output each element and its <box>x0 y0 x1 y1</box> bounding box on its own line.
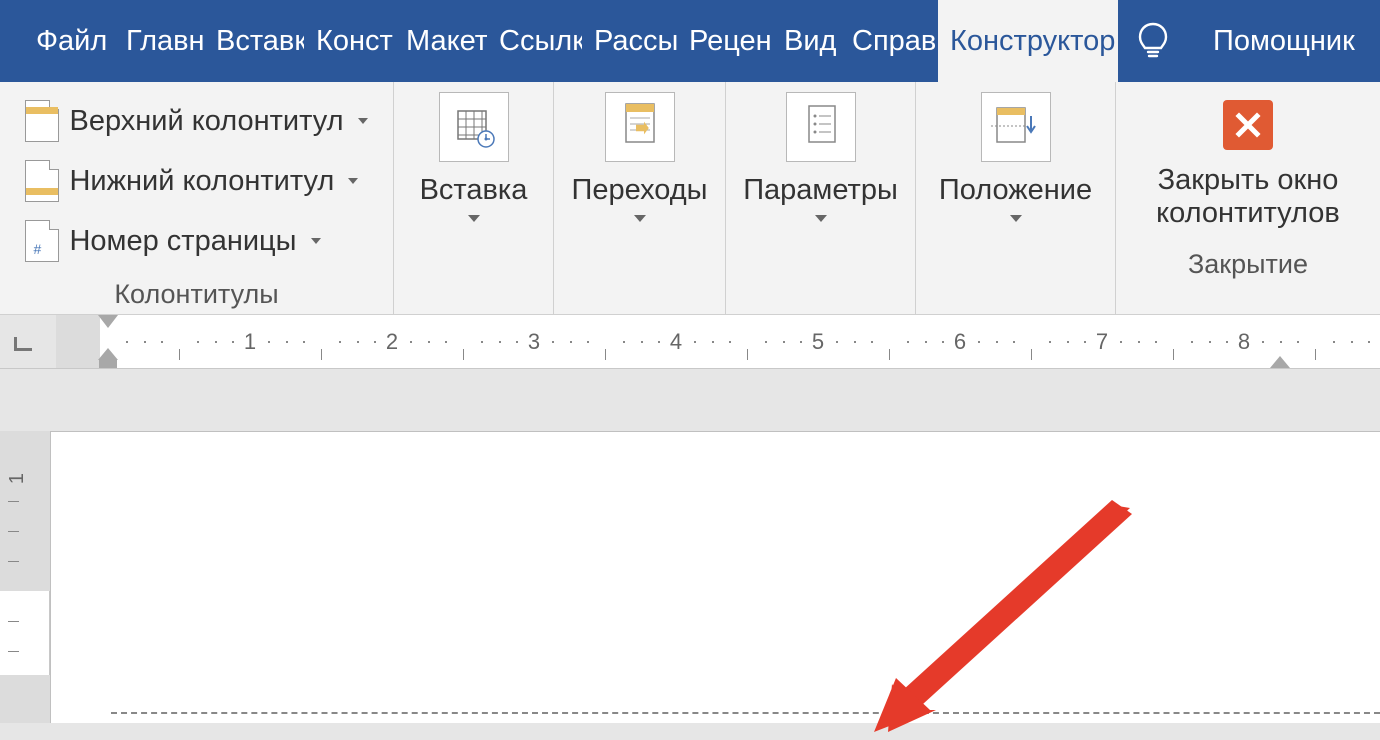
header-button[interactable]: Верхний колонтитул <box>23 94 369 148</box>
ruler-number: 3 <box>528 329 540 355</box>
tab-insert[interactable]: Вставка <box>204 0 304 82</box>
position-label: Положение <box>939 174 1092 207</box>
position-icon <box>981 92 1051 162</box>
header-label: Верхний колонтитул <box>69 105 343 138</box>
tab-label: Главная <box>126 25 204 58</box>
close-header-footer-button[interactable] <box>1223 100 1273 150</box>
tab-review[interactable]: Рецензирование <box>677 0 772 82</box>
page-number-button[interactable]: # Номер страницы <box>23 214 322 268</box>
tab-label: Файл <box>36 25 107 58</box>
group-close: Закрыть окно колонтитулов Закрытие <box>1116 82 1380 314</box>
tab-label: Рассылки <box>594 25 677 58</box>
chevron-down-icon <box>634 215 646 222</box>
tab-bar: Файл Главная Вставка Конструктор Макет С… <box>0 0 1380 82</box>
ribbon: Верхний колонтитул Нижний колонтитул # Н… <box>0 82 1380 315</box>
ruler-number: 1 <box>6 473 29 484</box>
group-label: Колонтитулы <box>114 275 278 312</box>
insert-label: Вставка <box>420 174 528 207</box>
group-insert[interactable]: Вставка <box>394 82 554 314</box>
tab-label: Конструктор <box>316 25 394 58</box>
tab-label: Макет <box>406 25 487 58</box>
chevron-down-icon <box>358 118 368 124</box>
document-area: 1 <box>0 369 1380 723</box>
tell-me-icon[interactable] <box>1118 21 1188 61</box>
tab-help[interactable]: Справка <box>840 0 938 82</box>
footer-label: Нижний колонтитул <box>69 165 334 198</box>
tab-label: Вставка <box>216 25 304 58</box>
right-indent-icon[interactable] <box>1270 356 1290 368</box>
group-label: Закрытие <box>1188 245 1308 282</box>
group-parameters[interactable]: Параметры <box>726 82 916 314</box>
header-boundary <box>111 712 1380 714</box>
chevron-down-icon <box>348 178 358 184</box>
tab-mailings[interactable]: Рассылки <box>582 0 677 82</box>
lightbulb-icon <box>1136 21 1170 61</box>
tab-label: Вид <box>784 25 836 58</box>
chevron-down-icon <box>815 215 827 222</box>
ruler-number: 1 <box>244 329 256 355</box>
tab-header-footer-design[interactable]: Конструктор <box>938 0 1118 82</box>
tab-label: Рецензирование <box>689 25 772 58</box>
ruler-number: 4 <box>670 329 682 355</box>
page-number-label: Номер страницы <box>69 225 296 258</box>
tab-stop-icon <box>14 337 32 351</box>
footer-icon <box>25 160 59 202</box>
tab-file[interactable]: Файл <box>0 0 114 82</box>
tab-label: Помощник <box>1213 25 1355 58</box>
tab-design[interactable]: Конструктор <box>304 0 394 82</box>
transitions-icon <box>605 92 675 162</box>
vertical-ruler[interactable]: 1 <box>0 431 50 723</box>
header-icon <box>25 100 59 142</box>
chevron-down-icon <box>1010 215 1022 222</box>
parameters-icon <box>786 92 856 162</box>
horizontal-ruler[interactable]: 1 2 3 4 5 6 7 8 <box>0 315 1380 369</box>
group-position[interactable]: Положение <box>916 82 1116 314</box>
tab-layout[interactable]: Макет <box>394 0 487 82</box>
chevron-down-icon <box>311 238 321 244</box>
group-headers-footers: Верхний колонтитул Нижний колонтитул # Н… <box>0 82 394 314</box>
tab-view[interactable]: Вид <box>772 0 840 82</box>
tab-home[interactable]: Главная <box>114 0 204 82</box>
group-transitions[interactable]: Переходы <box>554 82 726 314</box>
ruler-number: 7 <box>1096 329 1108 355</box>
ruler-number: 5 <box>812 329 824 355</box>
page-number-icon: # <box>25 220 59 262</box>
first-line-indent-icon[interactable] <box>98 315 118 328</box>
parameters-label: Параметры <box>743 174 898 207</box>
hanging-indent-icon[interactable] <box>98 348 118 368</box>
ruler-number: 6 <box>954 329 966 355</box>
tab-tell-me[interactable]: Помощник <box>1188 0 1380 82</box>
chevron-down-icon <box>468 215 480 222</box>
footer-button[interactable]: Нижний колонтитул <box>23 154 360 208</box>
close-icon <box>1233 110 1263 140</box>
tab-label: Конструктор <box>950 25 1115 58</box>
close-label: Закрыть окно колонтитулов <box>1132 164 1364 231</box>
transitions-label: Переходы <box>571 174 707 207</box>
tab-label: Ссылки <box>499 25 582 58</box>
page[interactable] <box>50 431 1380 723</box>
ruler-number: 8 <box>1238 329 1250 355</box>
insert-icon <box>439 92 509 162</box>
ruler-number: 2 <box>386 329 398 355</box>
tab-label: Справка <box>852 25 938 58</box>
tab-references[interactable]: Ссылки <box>487 0 582 82</box>
